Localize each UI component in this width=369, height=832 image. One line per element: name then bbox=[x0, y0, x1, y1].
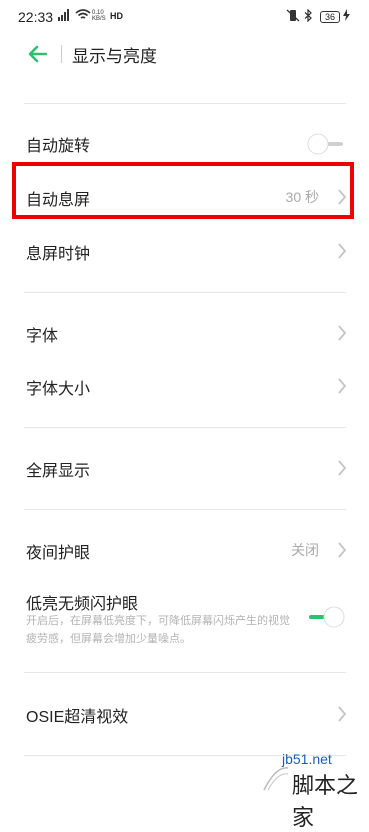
back-arrow-icon bbox=[28, 45, 48, 63]
chevron-right-icon bbox=[338, 325, 347, 341]
chevron-right-icon bbox=[338, 460, 347, 476]
font-size-row[interactable]: 字体大小 bbox=[0, 361, 369, 413]
chevron-right-icon bbox=[338, 378, 347, 394]
screen-off-clock-row[interactable]: 息屏时钟 bbox=[0, 226, 369, 278]
section-divider bbox=[24, 292, 346, 293]
low-light-flicker-label: 低亮无频闪护眼 bbox=[26, 596, 139, 613]
osie-label: OSIE超清视效 bbox=[26, 709, 129, 726]
fullscreen-label: 全屏显示 bbox=[26, 463, 91, 480]
auto-screen-off-label: 自动息屏 bbox=[26, 192, 91, 209]
vibrate-mute-icon bbox=[286, 9, 300, 25]
battery-level: 36 bbox=[320, 11, 340, 23]
header-divider bbox=[61, 45, 62, 63]
font-label: 字体 bbox=[26, 328, 59, 345]
hd-badge: HD bbox=[110, 11, 123, 21]
chevron-right-icon bbox=[338, 189, 347, 205]
auto-rotate-row[interactable]: 自动旋转 bbox=[0, 118, 369, 170]
auto-screen-off-row[interactable]: 自动息屏 30 秒 bbox=[0, 172, 369, 224]
low-light-flicker-row[interactable]: 低亮无频闪护眼 开启后，在屏幕低亮度下，可降低屏幕闪烁产生的视觉疲劳感，但屏幕会… bbox=[0, 578, 369, 658]
font-row[interactable]: 字体 bbox=[0, 308, 369, 360]
low-light-flicker-toggle[interactable] bbox=[307, 606, 345, 628]
chevron-right-icon bbox=[338, 542, 347, 558]
auto-rotate-toggle[interactable] bbox=[307, 133, 345, 155]
wifi-icon bbox=[75, 9, 91, 24]
section-divider bbox=[24, 103, 346, 104]
section-divider bbox=[24, 427, 346, 428]
watermark-brand: 脚本之家 bbox=[292, 774, 359, 831]
back-button[interactable] bbox=[26, 42, 50, 66]
watermark-site: jb51.net bbox=[282, 751, 332, 767]
osie-row[interactable]: OSIE超清视效 bbox=[0, 689, 369, 741]
chevron-right-icon bbox=[338, 706, 347, 722]
screen-off-clock-label: 息屏时钟 bbox=[26, 246, 91, 263]
top-bar: 显示与亮度 bbox=[0, 36, 369, 92]
charging-icon bbox=[343, 9, 350, 24]
section-divider bbox=[24, 672, 346, 673]
auto-rotate-label: 自动旋转 bbox=[26, 138, 91, 155]
chevron-right-icon bbox=[338, 243, 347, 259]
page-title: 显示与亮度 bbox=[72, 47, 157, 66]
night-mode-label: 夜间护眼 bbox=[26, 545, 91, 562]
auto-screen-off-value: 30 秒 bbox=[285, 189, 319, 205]
status-bar: 22:33 0.10 KB/S HD 36 bbox=[0, 0, 369, 36]
section-divider bbox=[24, 509, 346, 510]
low-light-flicker-description: 开启后，在屏幕低亮度下，可降低屏幕闪烁产生的视觉疲劳感，但屏幕会增加少量噪点。 bbox=[26, 615, 290, 645]
net-speed: 0.10 KB/S bbox=[92, 10, 106, 22]
night-mode-value: 关闭 bbox=[291, 542, 319, 558]
signal-icon bbox=[58, 9, 74, 24]
night-mode-row[interactable]: 夜间护眼 关闭 bbox=[0, 525, 369, 577]
fullscreen-row[interactable]: 全屏显示 bbox=[0, 443, 369, 495]
bluetooth-icon bbox=[304, 8, 312, 25]
net-speed-unit: KB/S bbox=[92, 16, 106, 22]
status-time: 22:33 bbox=[18, 9, 54, 25]
font-size-label: 字体大小 bbox=[26, 381, 91, 398]
